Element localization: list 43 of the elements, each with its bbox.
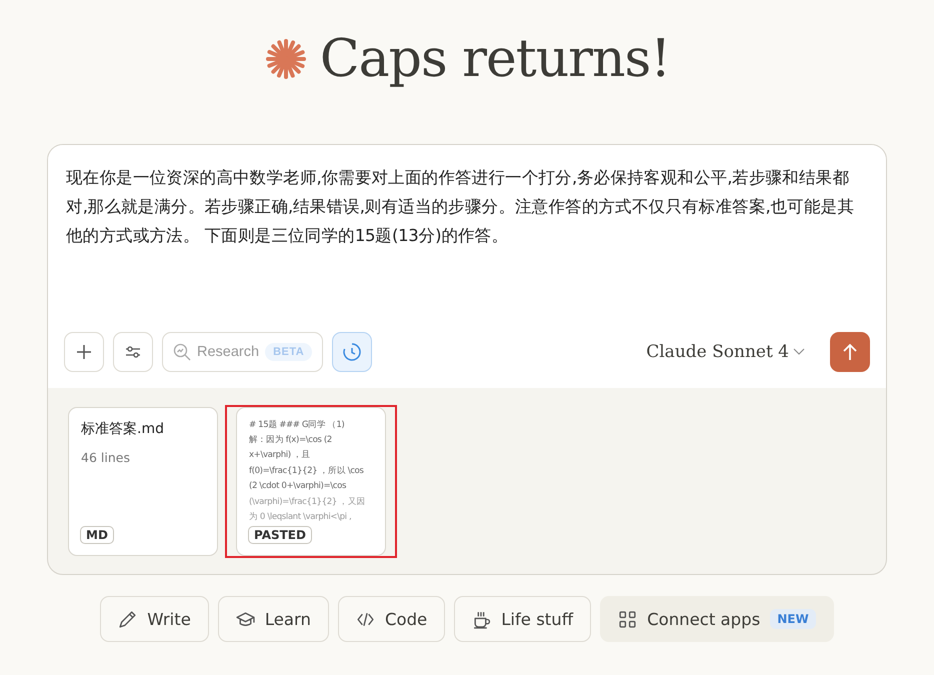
suggestion-chip[interactable]: Code [338,596,446,642]
file-name: 标准答案.md [81,420,165,438]
type-badge: PASTED [248,526,312,544]
starburst-icon [264,37,308,81]
suggestion-chip[interactable]: Connect apps NEW [600,596,834,642]
chevron-down-icon [793,348,805,356]
line-count: 46 lines [81,450,131,464]
grid-icon [618,610,638,628]
chip-label: Life stuff [501,610,574,628]
pasted-text-line: # 15题 ### G同学 （1) [249,418,344,432]
plus-icon [76,344,92,360]
pasted-text-line: x+\varphi) ，且 [249,449,310,462]
type-badge: MD [80,526,114,544]
chip-label: Connect apps [647,610,760,628]
page-title: Caps returns! [320,29,670,89]
beta-badge: BETA [265,343,312,361]
pencil-icon [118,610,138,628]
settings-button[interactable] [113,332,153,372]
new-badge: NEW [770,609,816,629]
add-button[interactable] [64,332,104,372]
pasted-attachment[interactable]: # 15题 ### G同学 （1) 解：因为 f(x)=\cos (2 x+\varphi) ，且 f(0)=\frac{1}{2} ，所以 \cos (2 \cdot 0+\varphi)=\cos (\varphi)=\frac{1}{2} ，又因 为 0 \leqslant \varphi<\pi , PASTED [236,406,386,556]
chip-label: Learn [264,610,311,628]
prompt-text[interactable]: 现在你是一位资深的高中数学老师,你需要对上面的作答进行一个打分,务必保持客观和公平,若步骤和结果都对,那么就是满分。若步骤正确,结果错误,则有适当的步骤分。注意作答的方式不仅只有标准答案,也可能是其他的方式或方法。 下面则是三位同学的15题(13分)的作答。 [64,163,870,331]
graduation-cap-icon [236,610,255,628]
pasted-text-line: f(0)=\frac{1}{2} ，所以 \cos [249,464,364,478]
pasted-text-line: 解：因为 f(x)=\cos (2 [249,434,332,447]
cup-icon [472,610,492,628]
file-attachment[interactable]: 标准答案.md 46 lines MD [68,406,218,556]
suggestion-chip[interactable]: Life stuff [454,596,592,642]
search-icon [173,343,191,361]
extended-thinking-button[interactable] [332,332,372,372]
model-selector[interactable]: Claude Sonnet 4 [640,341,811,363]
clock-icon [342,342,362,362]
arrow-up-icon [842,343,858,361]
suggestion-chip[interactable]: Learn [218,596,329,642]
send-button[interactable] [830,332,870,372]
chip-label: Write [147,610,191,628]
chip-label: Code [384,610,428,628]
pasted-text-line: (2 \cdot 0+\varphi)=\cos [249,480,346,494]
pasted-text-line: (\varphi)=\frac{1}{2} ，又因 [249,496,365,509]
suggestion-chip[interactable]: Write [100,596,209,642]
pasted-text-line: 为 0 \leqslant \varphi<\pi , [249,510,352,524]
sliders-icon [125,344,141,360]
